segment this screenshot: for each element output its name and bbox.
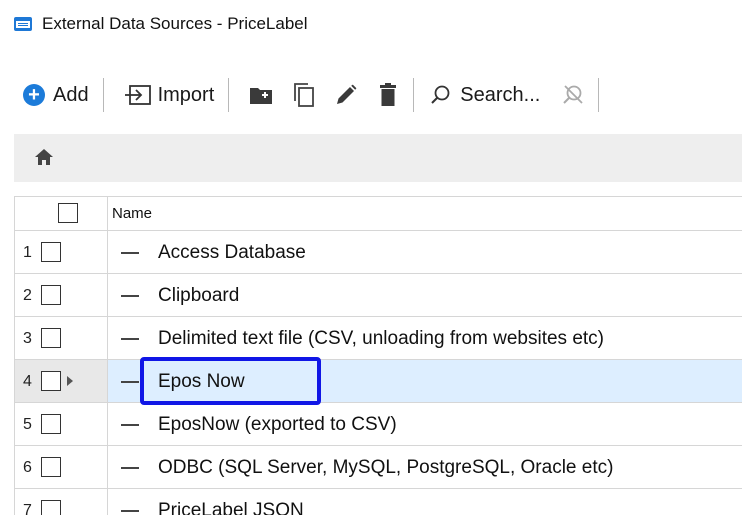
table-row[interactable]: 5 EposNow (exported to CSV) [15,403,742,446]
header-gutter [15,197,108,230]
table-row-selected[interactable]: 4 Epos Now [15,357,742,405]
row-name[interactable]: ODBC (SQL Server, MySQL, PostgreSQL, Ora… [158,457,613,479]
title-bar: External Data Sources - PriceLabel [0,0,742,50]
edit-button[interactable] [335,75,357,115]
row-number: 4 [23,373,32,390]
toolbar-divider [102,78,104,112]
clear-search-icon [563,85,583,104]
row-number: 2 [23,287,32,304]
row-checkbox[interactable] [41,328,61,348]
toolbar: + Add Import Search... [0,72,742,118]
row-gutter: 2 [15,274,108,316]
row-number: 7 [23,502,32,515]
row-checkbox[interactable] [41,285,61,305]
new-folder-icon [250,88,273,104]
tree-dash-icon [121,381,139,383]
copy-icon [294,83,315,107]
table-row[interactable]: 3 Delimited text file (CSV, unloading fr… [15,317,742,360]
row-gutter: 5 [15,403,108,445]
delete-trash-icon [380,83,397,106]
row-checkbox[interactable] [41,414,61,434]
tree-dash-icon [121,338,139,340]
select-all-checkbox[interactable] [58,203,78,223]
column-header-name[interactable]: Name [112,205,152,222]
add-circle-icon: + [23,84,45,106]
current-row-arrow-icon [67,376,73,386]
window-title: External Data Sources - PriceLabel [42,14,308,33]
table-row[interactable]: 1 Access Database [15,231,742,274]
toolbar-divider [598,78,600,112]
edit-pencil-icon [337,84,357,104]
row-checkbox[interactable] [41,500,61,515]
row-gutter: 3 [15,317,108,359]
import-icon [124,85,151,105]
toolbar-divider [228,78,230,112]
tree-dash-icon [121,467,139,469]
tree-dash-icon [121,295,139,297]
tree-dash-icon [121,424,139,426]
row-number: 6 [23,459,32,476]
row-gutter: 7 [15,489,108,515]
row-checkbox[interactable] [41,457,61,477]
row-name[interactable]: EposNow (exported to CSV) [158,414,397,436]
row-number: 5 [23,416,32,433]
tree-dash-icon [121,252,139,254]
search-button-label: Search... [460,83,541,106]
tree-dash-icon [121,510,139,512]
row-number: 3 [23,330,32,347]
row-checkbox[interactable] [41,242,61,262]
import-button[interactable]: Import [124,75,215,115]
new-folder-button[interactable] [249,75,273,115]
row-checkbox[interactable] [41,371,61,391]
breadcrumb [14,134,742,182]
database-table-icon [14,17,32,31]
clear-search-button[interactable] [562,75,584,115]
home-icon[interactable] [34,148,54,166]
toolbar-divider [413,78,415,112]
delete-button[interactable] [379,75,397,115]
search-button[interactable]: Search... [430,75,540,115]
grid-header-row: Name [15,197,742,231]
highlight-box [140,357,321,405]
add-button-label: Add [53,83,89,106]
copy-button[interactable] [293,75,315,115]
table-row[interactable]: 7 PriceLabel JSON [15,489,742,515]
import-button-label: Import [157,83,215,106]
add-button[interactable]: + Add [23,75,89,115]
table-row[interactable]: 2 Clipboard [15,274,742,317]
row-name[interactable]: Delimited text file (CSV, unloading from… [158,328,604,350]
search-icon [431,85,450,104]
row-name[interactable]: Access Database [158,242,306,264]
row-name[interactable]: PriceLabel JSON [158,500,304,515]
row-number: 1 [23,244,32,261]
row-gutter: 1 [15,231,108,273]
data-source-grid: Name 1 Access Database 2 Clipboard 3 Del… [14,196,742,515]
row-gutter: 6 [15,446,108,488]
row-name[interactable]: Clipboard [158,285,239,307]
row-gutter: 4 [15,360,108,402]
table-row[interactable]: 6 ODBC (SQL Server, MySQL, PostgreSQL, O… [15,446,742,489]
